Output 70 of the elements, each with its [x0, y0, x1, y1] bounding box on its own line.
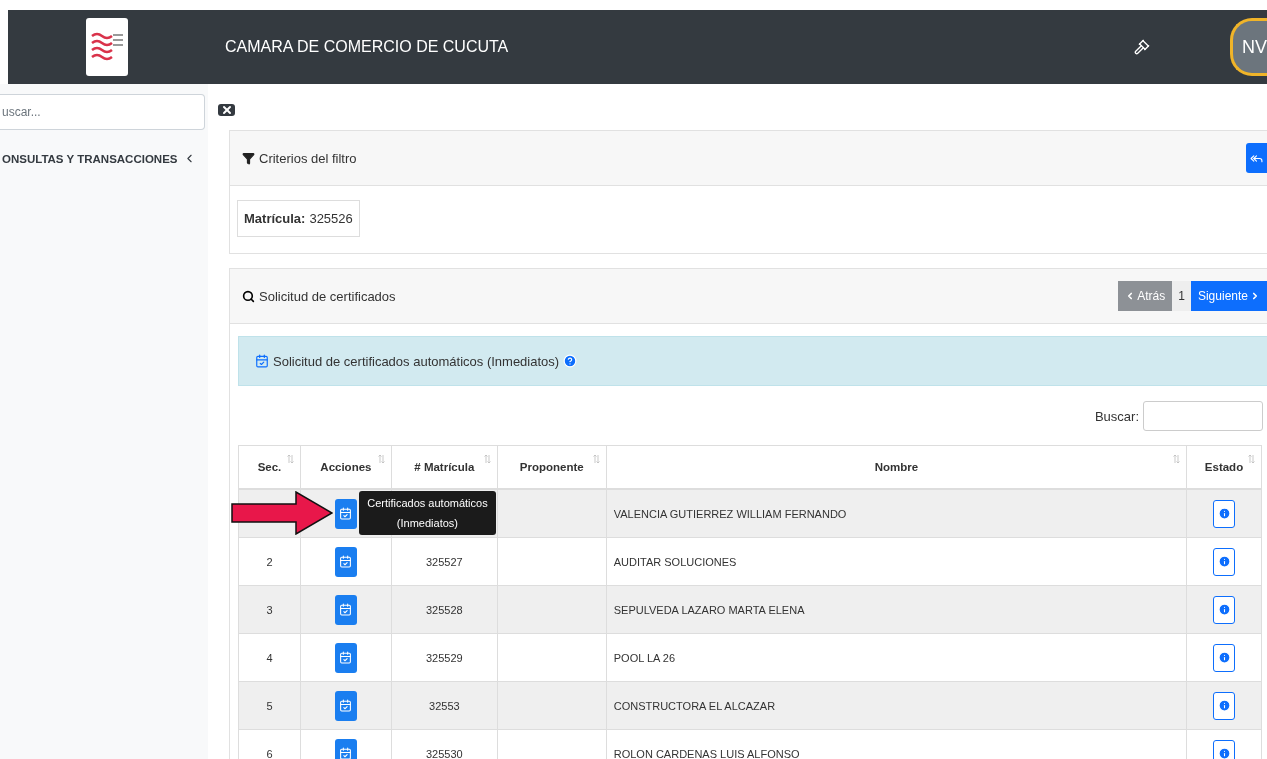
table-cell: CONSTRUCTORA EL ALCAZAR	[606, 681, 1187, 730]
search-label: Buscar:	[1094, 408, 1139, 424]
table-cell: POOL LA 26	[606, 633, 1187, 682]
table-cell: AUDITAR SOLUCIONES	[606, 537, 1187, 586]
calendar-check-icon	[339, 555, 353, 568]
table-search-field[interactable]	[1143, 401, 1263, 431]
close-icon	[220, 104, 233, 116]
criterion-value: 325526	[309, 211, 353, 226]
table-cell: 325530	[391, 729, 498, 759]
sort-icon	[592, 454, 600, 464]
close-button[interactable]	[218, 104, 235, 116]
sort-icon	[286, 454, 294, 464]
info-icon	[1217, 603, 1231, 616]
table-cell: 325529	[391, 633, 498, 682]
table-cell: 2	[238, 537, 301, 586]
calendar-check-icon	[339, 747, 353, 759]
table-cell: 32553	[391, 681, 498, 730]
panel-title: Solicitud de certificados	[259, 288, 396, 304]
info-icon	[1217, 555, 1231, 568]
certificate-button[interactable]	[334, 546, 357, 577]
info-icon	[1217, 507, 1231, 520]
table-cell: 6	[238, 729, 301, 759]
panel-title: Criterios del filtro	[259, 150, 357, 166]
sort-icon	[1173, 454, 1180, 464]
next-button[interactable]: Siguiente	[1190, 281, 1267, 311]
sort-icon	[377, 454, 385, 464]
table-cell: ROLON CARDENAS LUIS ALFONSO	[606, 729, 1187, 759]
info-button[interactable]	[1213, 547, 1235, 576]
search-field[interactable]: uscar...	[0, 94, 205, 130]
table-cell: SEPULVEDA LAZARO MARTA ELENA	[606, 585, 1187, 634]
criterion-label: Matrícula:	[244, 211, 306, 226]
user-avatar[interactable]: NV	[1230, 18, 1267, 76]
certificate-button[interactable]	[334, 738, 357, 759]
chevron-right-icon	[1250, 291, 1260, 301]
table-cell: 5	[238, 681, 301, 730]
table-cell: VALENCIA GUTIERREZ WILLIAM FERNANDO	[606, 489, 1187, 538]
calendar-check-icon	[339, 651, 353, 664]
search-icon	[242, 289, 255, 303]
menu-item[interactable]: ONSULTAS Y TRANSACCIONES	[0, 130, 208, 165]
table-cell: 325528	[391, 585, 498, 634]
menu-label: ONSULTAS Y TRANSACCIONES	[2, 152, 178, 165]
sort-icon	[1248, 454, 1255, 464]
logo-icon	[86, 18, 128, 76]
calendar-check-icon	[339, 507, 353, 520]
calendar-check-icon	[339, 603, 353, 616]
info-button[interactable]	[1213, 595, 1235, 624]
certificate-button[interactable]	[334, 690, 357, 721]
calendar-check-icon	[339, 699, 353, 712]
info-button[interactable]	[1213, 643, 1235, 672]
help-icon[interactable]	[563, 354, 578, 368]
certificate-button[interactable]	[334, 642, 357, 673]
info-button[interactable]	[1213, 691, 1235, 720]
gavel-icon[interactable]	[1134, 39, 1150, 55]
page-number[interactable]: 1	[1172, 281, 1191, 311]
info-icon	[1217, 651, 1231, 664]
back-button[interactable]	[1246, 143, 1267, 173]
info-button[interactable]	[1213, 499, 1235, 528]
info-icon	[1217, 747, 1231, 759]
sort-icon	[483, 454, 491, 464]
info-icon	[1217, 699, 1231, 712]
info-button[interactable]	[1213, 739, 1235, 759]
table-cell: 3	[238, 585, 301, 634]
alert-text: Solicitud de certificados automáticos (Inmediatos)	[273, 353, 560, 369]
filter-icon	[242, 151, 255, 165]
table-cell: 4	[238, 633, 301, 682]
certificate-button[interactable]	[334, 594, 357, 625]
calendar-check-icon	[255, 354, 269, 368]
certificate-button[interactable]	[334, 498, 357, 529]
table-cell: 325527	[391, 537, 498, 586]
header-title: CAMARA DE COMERCIO DE CUCUTA	[225, 38, 510, 56]
